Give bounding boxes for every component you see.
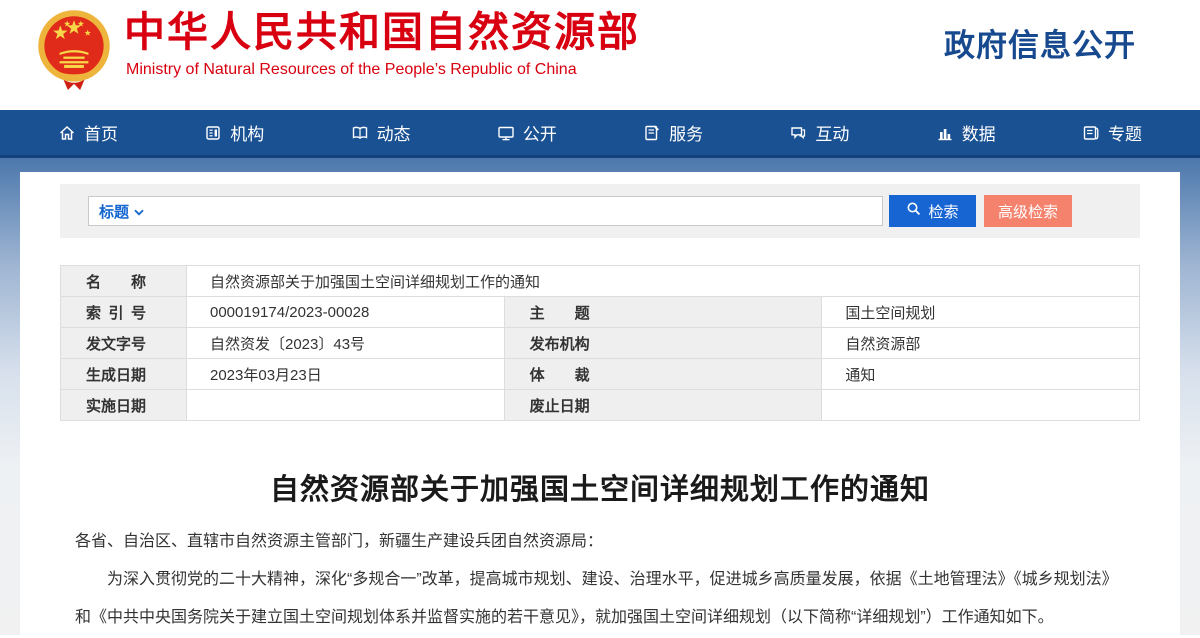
gov-info-disclosure-title[interactable]: 政府信息公开 — [944, 20, 1136, 65]
nav-label: 专题 — [1108, 120, 1142, 145]
meta-value-issuing-agency: 自然资源部 — [822, 328, 1140, 359]
nav-label: 互动 — [815, 120, 849, 145]
meta-value-index-number: 000019174/2023-00028 — [187, 297, 505, 328]
nav-label: 机构 — [230, 120, 264, 145]
advanced-search-label: 高级检索 — [998, 201, 1058, 222]
nav-item-service[interactable]: 服务 — [643, 120, 703, 145]
search-field-label: 标题 — [99, 201, 129, 222]
site-header: 中华人民共和国自然资源部 Ministry of Natural Resourc… — [0, 0, 1200, 110]
article-body: 各省、自治区、直辖市自然资源主管部门，新疆生产建设兵团自然资源局： 为深入贯彻党… — [60, 523, 1140, 637]
site-subtitle-en: Ministry of Natural Resources of the Peo… — [126, 61, 577, 79]
meta-row-name: 名称 自然资源部关于加强国土空间详细规划工作的通知 — [61, 266, 1140, 297]
national-emblem-logo — [36, 6, 112, 98]
main-nav: 首页 机构 动态 公开 服务 互动 数据 专题 — [0, 110, 1200, 158]
meta-label-name: 名称 — [61, 266, 187, 297]
meta-row: 生成日期 2023年03月23日 体裁 通知 — [61, 359, 1140, 390]
nav-label: 公开 — [523, 120, 557, 145]
home-icon — [58, 124, 76, 142]
meta-row: 发文字号 自然资发〔2023〕43号 发布机构 自然资源部 — [61, 328, 1140, 359]
meta-label-genre: 体裁 — [504, 359, 822, 390]
article-title: 自然资源部关于加强国土空间详细规划工作的通知 — [60, 473, 1140, 507]
meta-value-issue-date: 2023年03月23日 — [187, 359, 505, 390]
nav-item-topics[interactable]: 专题 — [1082, 120, 1142, 145]
doc-meta-table: 名称 自然资源部关于加强国土空间详细规划工作的通知 索引号 000019174/… — [60, 265, 1140, 421]
nav-item-data[interactable]: 数据 — [936, 120, 996, 145]
interaction-icon — [789, 124, 807, 142]
meta-value-genre: 通知 — [822, 359, 1140, 390]
search-button-label: 检索 — [928, 201, 958, 222]
nav-item-organization[interactable]: 机构 — [204, 120, 264, 145]
nav-item-disclosure[interactable]: 公开 — [497, 120, 557, 145]
meta-value-doc-number: 自然资发〔2023〕43号 — [187, 328, 505, 359]
topics-icon — [1082, 124, 1100, 142]
meta-label-issue-date: 生成日期 — [61, 359, 187, 390]
nav-item-home[interactable]: 首页 — [58, 120, 118, 145]
meta-label-subject: 主题 — [504, 297, 822, 328]
article-paragraph: 为深入贯彻党的二十大精神，深化“多规合一”改革，提高城市规划、建设、治理水平，促… — [75, 561, 1128, 637]
nav-label: 服务 — [669, 120, 703, 145]
disclosure-icon — [497, 124, 515, 142]
meta-value-effective-date — [187, 390, 505, 421]
meta-label-index-number: 索引号 — [61, 297, 187, 328]
news-icon — [351, 124, 369, 142]
article-salutation: 各省、自治区、直辖市自然资源主管部门，新疆生产建设兵团自然资源局： — [75, 523, 1128, 561]
service-icon — [643, 124, 661, 142]
search-input[interactable] — [152, 198, 872, 224]
meta-row: 实施日期 废止日期 — [61, 390, 1140, 421]
meta-row: 索引号 000019174/2023-00028 主题 国土空间规划 — [61, 297, 1140, 328]
nav-item-interaction[interactable]: 互动 — [789, 120, 849, 145]
site-title: 中华人民共和国自然资源部 — [124, 8, 640, 56]
meta-value-name: 自然资源部关于加强国土空间详细规划工作的通知 — [187, 266, 1140, 297]
meta-value-repeal-date — [822, 390, 1140, 421]
chevron-down-icon — [134, 203, 144, 220]
meta-label-issuing-agency: 发布机构 — [504, 328, 822, 359]
nav-label: 首页 — [84, 120, 118, 145]
nav-label: 数据 — [962, 120, 996, 145]
page-background: 标题 检索 高级检索 名称 自然资源部关于加强国土空间详细规划工作的通知 索引号… — [0, 158, 1200, 635]
meta-label-repeal-date: 废止日期 — [504, 390, 822, 421]
content-card: 标题 检索 高级检索 名称 自然资源部关于加强国土空间详细规划工作的通知 索引号… — [20, 172, 1180, 635]
nav-item-news[interactable]: 动态 — [351, 120, 411, 145]
search-field-selector[interactable]: 标题 — [99, 201, 144, 222]
nav-label: 动态 — [377, 120, 411, 145]
data-icon — [936, 124, 954, 142]
search-button[interactable]: 检索 — [889, 195, 976, 227]
advanced-search-button[interactable]: 高级检索 — [984, 195, 1072, 227]
organization-icon — [204, 124, 222, 142]
search-input-box: 标题 — [88, 196, 883, 226]
meta-value-subject: 国土空间规划 — [822, 297, 1140, 328]
meta-label-doc-number: 发文字号 — [61, 328, 187, 359]
meta-label-effective-date: 实施日期 — [61, 390, 187, 421]
search-panel: 标题 检索 高级检索 — [60, 184, 1140, 238]
search-icon — [906, 201, 922, 221]
